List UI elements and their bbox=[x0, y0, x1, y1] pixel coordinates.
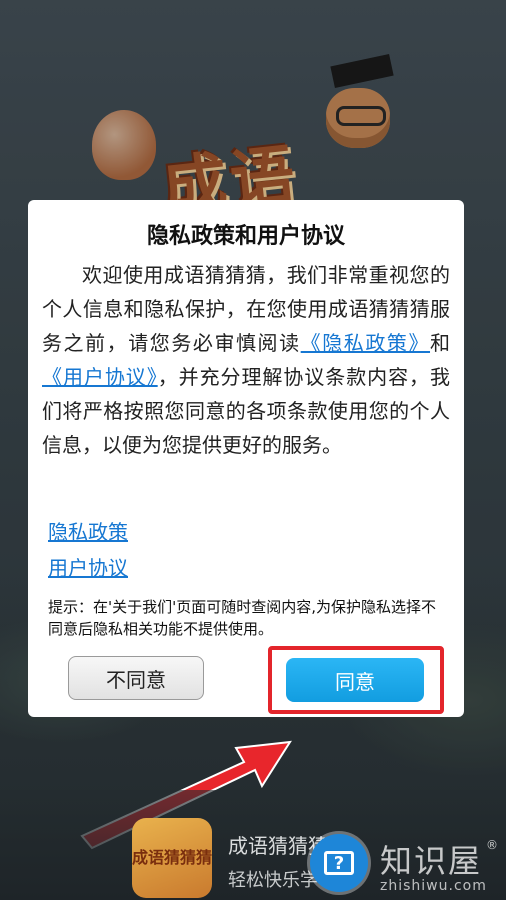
question-monitor-icon: ? bbox=[324, 851, 354, 875]
app-icon: 成语猜猜猜 bbox=[132, 818, 212, 898]
watermark-registered-mark: ® bbox=[486, 838, 498, 852]
pointing-arrow-icon bbox=[80, 740, 292, 850]
watermark-title: 知识屋 bbox=[380, 842, 483, 880]
app-subtitle: 轻松快乐学 bbox=[228, 870, 318, 891]
watermark-url: zhishiwu.com bbox=[380, 878, 487, 894]
watermark-badge-icon: ? bbox=[310, 834, 368, 892]
